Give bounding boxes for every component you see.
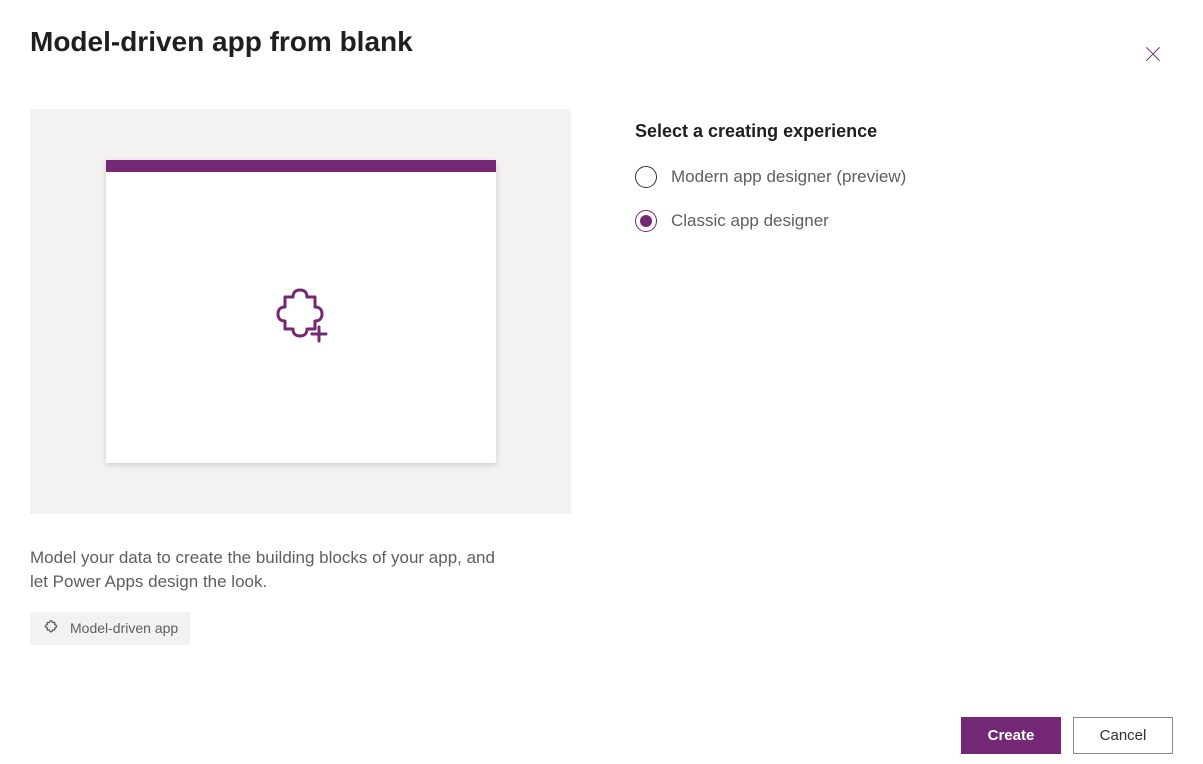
preview-canvas — [30, 109, 571, 514]
preview-frame — [106, 160, 496, 463]
tag-label: Model-driven app — [70, 620, 178, 636]
dialog-header: Model-driven app from blank — [30, 26, 1173, 75]
dialog-container: Model-driven app from blank — [0, 0, 1203, 764]
radio-group: Modern app designer (preview) Classic ap… — [635, 166, 906, 232]
puzzle-icon — [42, 618, 60, 639]
preview-topbar — [106, 160, 496, 172]
radio-inner-dot — [640, 215, 652, 227]
dialog-title: Model-driven app from blank — [30, 26, 413, 58]
close-button[interactable] — [1135, 36, 1171, 75]
radio-icon — [635, 166, 657, 188]
app-type-tag: Model-driven app — [30, 612, 190, 645]
dialog-body: Model your data to create the building b… — [30, 109, 1173, 645]
radio-icon — [635, 210, 657, 232]
puzzle-plus-icon — [265, 279, 337, 356]
description-text: Model your data to create the building b… — [30, 546, 500, 594]
dialog-footer: Create Cancel — [961, 717, 1173, 754]
radio-label: Modern app designer (preview) — [671, 167, 906, 187]
radio-label: Classic app designer — [671, 211, 829, 231]
preview-body — [106, 172, 496, 463]
close-icon — [1143, 44, 1163, 67]
radio-option-classic[interactable]: Classic app designer — [635, 210, 906, 232]
section-title: Select a creating experience — [635, 121, 906, 142]
radio-option-modern[interactable]: Modern app designer (preview) — [635, 166, 906, 188]
right-panel: Select a creating experience Modern app … — [635, 109, 906, 645]
left-panel: Model your data to create the building b… — [30, 109, 571, 645]
create-button[interactable]: Create — [961, 717, 1061, 754]
cancel-button[interactable]: Cancel — [1073, 717, 1173, 754]
